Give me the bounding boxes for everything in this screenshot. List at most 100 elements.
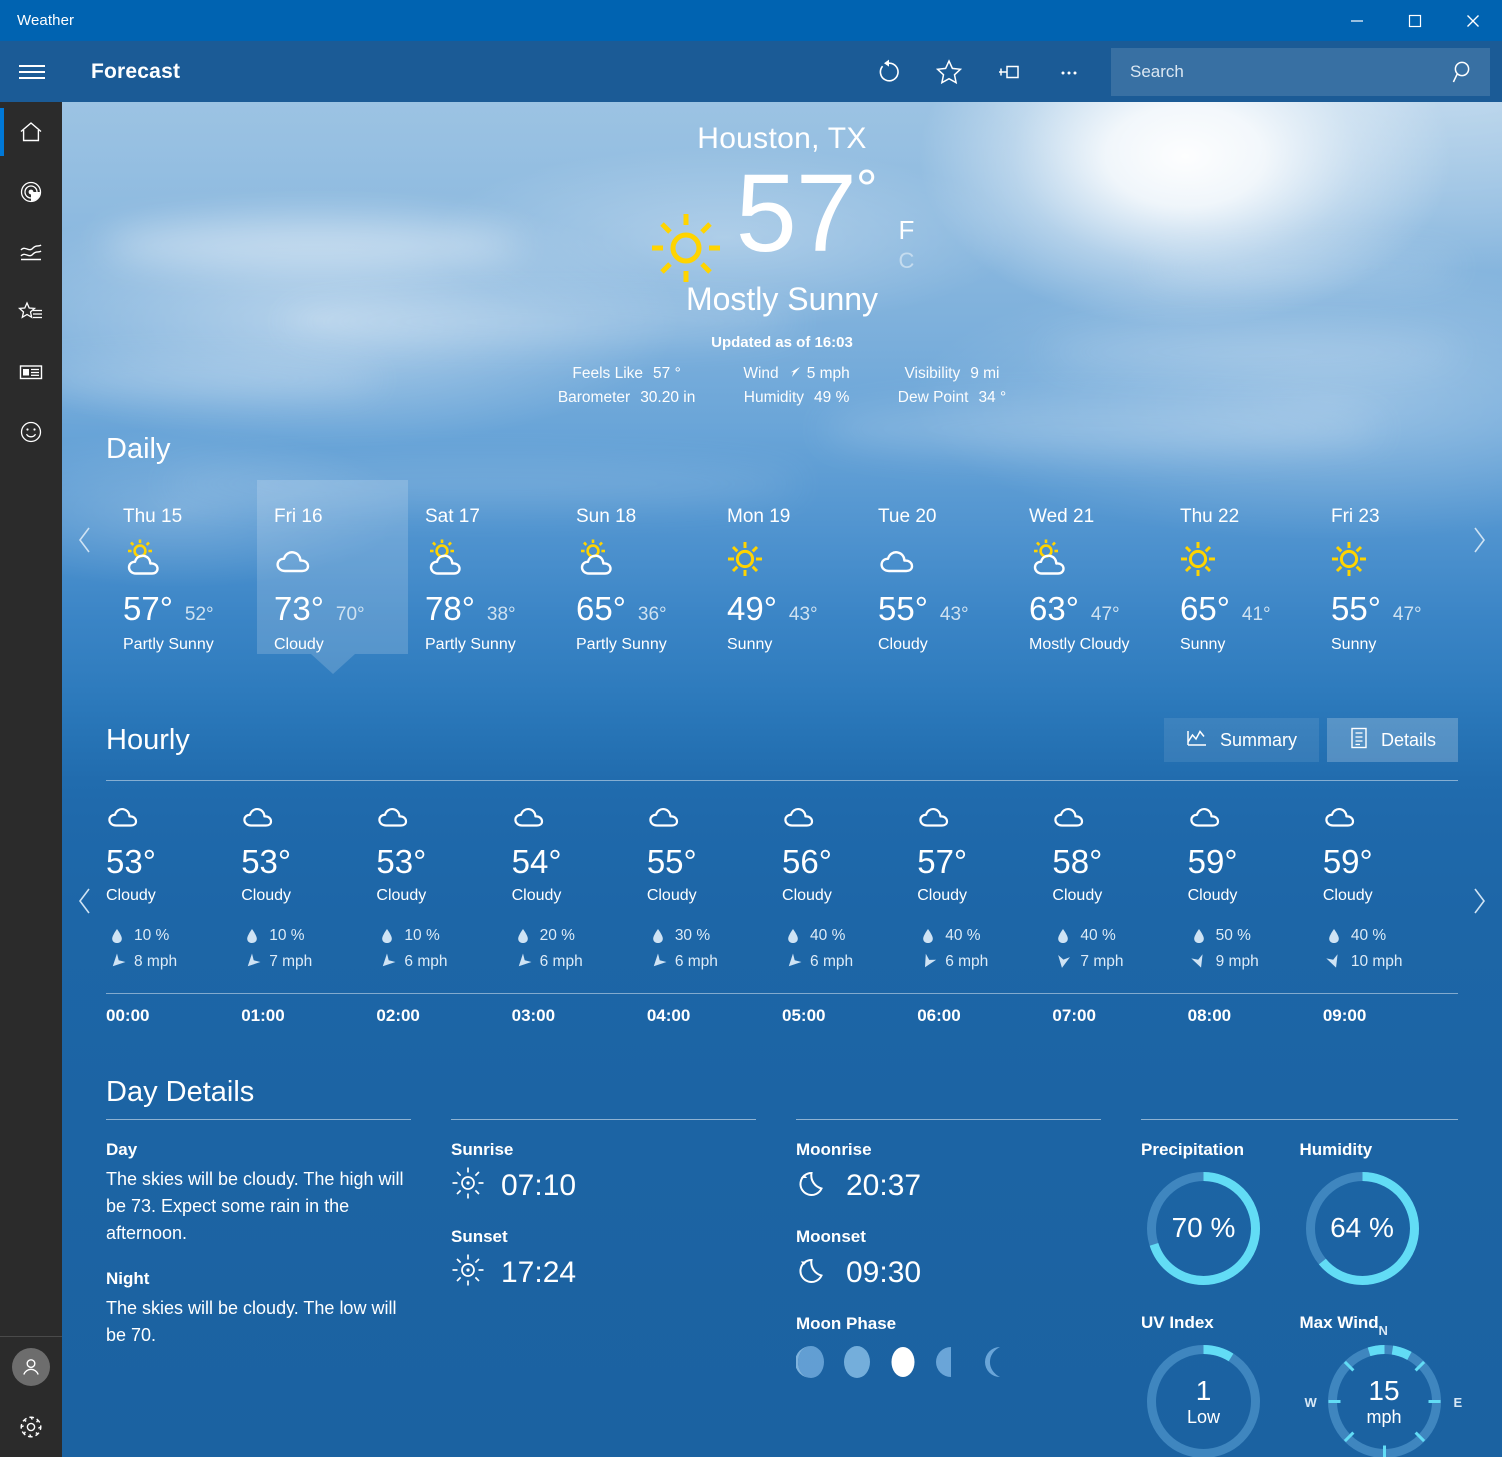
wind-metric: 10 mph (1323, 953, 1458, 971)
radar-icon (20, 181, 42, 203)
hourly-time: 03:00 (511, 1006, 556, 1025)
home-icon (20, 122, 42, 142)
humidity-label: Humidity (1299, 1140, 1373, 1159)
hourly-condition: Cloudy (376, 887, 427, 904)
hourly-cell[interactable]: 54° Cloudy (512, 797, 647, 905)
hourly-cell[interactable]: 57° Cloudy (917, 797, 1052, 905)
details-toggle-button[interactable]: Details (1326, 718, 1458, 762)
day-temps: 55° 47° (1331, 590, 1465, 628)
minimize-button[interactable] (1328, 0, 1386, 41)
droplet-icon (917, 928, 939, 944)
wind-arrow-icon (512, 953, 534, 969)
more-icon[interactable] (1039, 41, 1099, 102)
day-high: 78° (425, 590, 475, 627)
hourly-condition: Cloudy (1322, 887, 1373, 904)
hourly-next-button[interactable] (1470, 886, 1488, 916)
daily-card[interactable]: Sun 18 65° 36° Partly Sunny (559, 480, 710, 654)
day-name: Mon 19 (727, 506, 791, 527)
search-icon[interactable] (1438, 48, 1490, 96)
hourly-cell[interactable]: 59° Cloudy (1188, 797, 1323, 905)
refresh-icon[interactable] (859, 41, 919, 102)
maximize-button[interactable] (1386, 0, 1444, 41)
wind-metric: 6 mph (647, 953, 782, 971)
summary-toggle-button[interactable]: Summary (1163, 718, 1319, 762)
max-wind-gauge: Max Wind 15 mph N E W (1300, 1313, 1462, 1457)
column-rule (1141, 1119, 1458, 1120)
hourly-cell[interactable]: 56° Cloudy (782, 797, 917, 905)
compass-west: W (1304, 1395, 1317, 1410)
hourly-cell[interactable]: 55° Cloudy (647, 797, 782, 905)
day-condition: Partly Sunny (576, 636, 667, 653)
hourly-condition: Cloudy (782, 887, 832, 904)
precip-metric: 30 % (647, 927, 782, 945)
sunny-icon (650, 212, 722, 289)
daily-card[interactable]: Fri 23 55° 47° Sunny (1314, 480, 1465, 654)
wind-metric: 6 mph (917, 953, 1052, 971)
search-input[interactable] (1111, 61, 1438, 82)
temperature-row: 57° F C (62, 159, 1502, 289)
moonset-time: 09:30 (846, 1255, 922, 1289)
hourly-condition: Cloudy (241, 887, 292, 904)
current-conditions: Houston, TX 57° F C Mostly Sunny Updated… (62, 102, 1502, 407)
daily-prev-button[interactable] (76, 525, 94, 555)
daily-card[interactable]: Thu 22 65° 41° Sunny (1163, 480, 1314, 654)
sidebar-item-news[interactable] (0, 342, 62, 402)
hourly-cell[interactable]: 53° Cloudy (376, 797, 511, 905)
hourly-cell[interactable]: 53° Cloudy (106, 797, 241, 905)
updated-text: Updated as of 16:03 (711, 334, 853, 351)
search-box[interactable] (1111, 47, 1490, 96)
daily-card-selected[interactable]: Fri 16 73° 70° Cloudy (257, 480, 408, 654)
hourly-cell[interactable]: 53° Cloudy (241, 797, 376, 905)
sidebar-item-account[interactable] (0, 1337, 62, 1397)
wind-value: 10 mph (1350, 953, 1403, 970)
moon-phase-waxing-crescent (934, 1344, 964, 1380)
humidity-value: 64 % (1330, 1212, 1394, 1244)
close-button[interactable] (1444, 0, 1502, 41)
chart-line-icon (1186, 728, 1208, 753)
moon-phase-waning-gibbous-2 (842, 1344, 872, 1380)
day-low: 38° (486, 604, 516, 625)
moon-phase-label: Moon Phase (796, 1314, 897, 1333)
favorite-star-icon[interactable] (919, 41, 979, 102)
droplet-icon (1188, 928, 1210, 944)
hourly-time: 08:00 (1187, 1006, 1232, 1025)
sidebar-item-favorites[interactable] (0, 282, 62, 342)
sidebar-item-historical[interactable] (0, 222, 62, 282)
sidebar-item-maps[interactable] (0, 162, 62, 222)
hourly-temp: 57° (917, 843, 968, 880)
wind-arrow-icon (1052, 955, 1074, 969)
day-name: Thu 22 (1180, 506, 1240, 527)
day-high: 55° (1331, 590, 1381, 627)
hourly-time: 00:00 (106, 1006, 150, 1025)
wind-metric: 6 mph (512, 953, 647, 971)
day-details-grid: Day The skies will be cloudy. The high w… (106, 1119, 1462, 1457)
daily-card[interactable]: Wed 21 63° 47° Mostly Cloudy (1012, 480, 1163, 654)
smiley-icon (20, 421, 42, 443)
hourly-metrics: 10 % 7 mph (241, 927, 376, 979)
sidebar-item-settings[interactable] (0, 1397, 62, 1457)
sidebar-item-feedback[interactable] (0, 402, 62, 462)
sunset-row: 17:24 (451, 1253, 756, 1292)
droplet-icon (512, 928, 534, 944)
daily-card[interactable]: Thu 15 57° 52° Partly Sunny (106, 480, 257, 654)
hourly-prev-button[interactable] (76, 886, 94, 916)
pin-icon[interactable] (979, 41, 1039, 102)
unit-celsius[interactable]: C (899, 247, 915, 275)
unit-fahrenheit[interactable]: F (899, 214, 915, 247)
partly-sunny-icon (425, 538, 559, 582)
cloudy-icon (241, 797, 376, 835)
precip-value: 40 % (1080, 927, 1116, 944)
hourly-cell[interactable]: 59° Cloudy (1323, 797, 1458, 905)
hourly-metrics: 10 % 6 mph (376, 927, 511, 979)
precip-value: 40 % (810, 927, 846, 944)
daily-card[interactable]: Tue 20 55° 43° Cloudy (861, 480, 1012, 654)
daily-card[interactable]: Sat 17 78° 38° Partly Sunny (408, 480, 559, 654)
hourly-time: 06:00 (917, 1006, 961, 1025)
wind-value: 8 mph (134, 953, 178, 970)
sidebar-item-home[interactable] (0, 102, 62, 162)
hamburger-icon[interactable] (0, 41, 64, 102)
moon-column: Moonrise 20:37 Moonset 09:30 Moon Phase (795, 1119, 1141, 1457)
daily-card[interactable]: Mon 19 49° 43° Sunny (710, 480, 861, 654)
day-name: Sat 17 (425, 506, 480, 527)
hourly-cell[interactable]: 58° Cloudy (1052, 797, 1187, 905)
